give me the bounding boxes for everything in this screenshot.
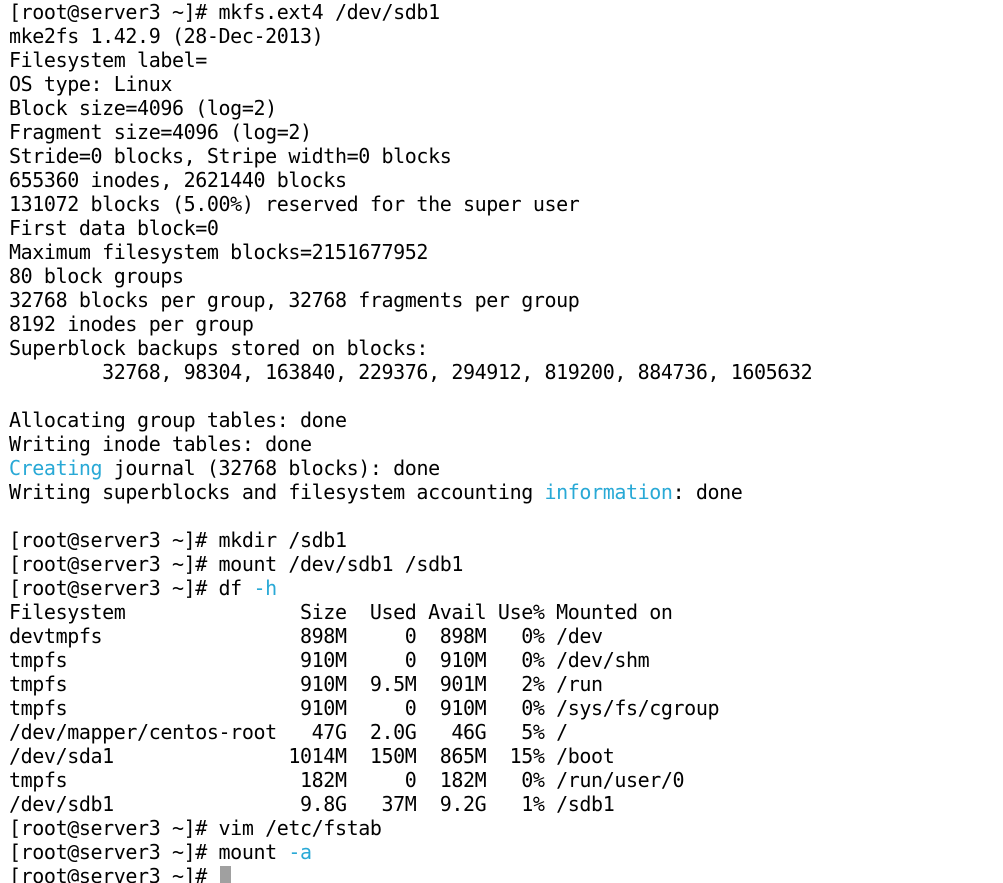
terminal-line: Writing superblocks and filesystem accou… [9, 480, 1003, 504]
terminal-line: [root@server3 ~]# vim /etc/fstab [9, 816, 1003, 840]
terminal-line: [root@server3 ~]# mount /dev/sdb1 /sdb1 [9, 552, 1003, 576]
terminal-text: /dev/mapper/centos-root 47G 2.0G 46G 5% … [9, 720, 568, 744]
terminal-text: 8192 inodes per group [9, 312, 254, 336]
terminal-text: /dev/sda1 1014M 150M 865M 15% /boot [9, 744, 615, 768]
terminal-line: 8192 inodes per group [9, 312, 1003, 336]
terminal-line: Block size=4096 (log=2) [9, 96, 1003, 120]
terminal-text: tmpfs 182M 0 182M 0% /run/user/0 [9, 768, 685, 792]
terminal-line: /dev/sdb1 9.8G 37M 9.2G 1% /sdb1 [9, 792, 1003, 816]
terminal-line: tmpfs 910M 9.5M 901M 2% /run [9, 672, 1003, 696]
highlighted-text: information [544, 480, 673, 504]
terminal-text: 32768, 98304, 163840, 229376, 294912, 81… [9, 360, 813, 384]
terminal-line: OS type: Linux [9, 72, 1003, 96]
terminal-text: Allocating group tables: done [9, 408, 347, 432]
terminal-text: [root@server3 ~]# mkdir /sdb1 [9, 528, 347, 552]
terminal-text: [root@server3 ~]# [9, 864, 219, 883]
terminal-text: Superblock backups stored on blocks: [9, 336, 429, 360]
terminal-text: mke2fs 1.42.9 (28-Dec-2013) [9, 24, 324, 48]
highlighted-text: -h [253, 576, 277, 600]
terminal-text: Writing inode tables: done [9, 432, 312, 456]
terminal-line: [root@server3 ~]# df -h [9, 576, 1003, 600]
terminal-line: /dev/sda1 1014M 150M 865M 15% /boot [9, 744, 1003, 768]
terminal-line: Allocating group tables: done [9, 408, 1003, 432]
terminal-text: [root@server3 ~]# mount /dev/sdb1 /sdb1 [9, 552, 463, 576]
terminal-line: tmpfs 182M 0 182M 0% /run/user/0 [9, 768, 1003, 792]
terminal-line: 32768, 98304, 163840, 229376, 294912, 81… [9, 360, 1003, 384]
terminal-text: 80 block groups [9, 264, 184, 288]
terminal-line: Maximum filesystem blocks=2151677952 [9, 240, 1003, 264]
terminal-text: Block size=4096 (log=2) [9, 96, 277, 120]
terminal-line: Filesystem Size Used Avail Use% Mounted … [9, 600, 1003, 624]
terminal-text: OS type: Linux [9, 72, 172, 96]
terminal-line: 131072 blocks (5.00%) reserved for the s… [9, 192, 1003, 216]
terminal-line: Fragment size=4096 (log=2) [9, 120, 1003, 144]
terminal-text: [root@server3 ~]# df [9, 576, 254, 600]
terminal-text: 131072 blocks (5.00%) reserved for the s… [9, 192, 580, 216]
terminal-line: Filesystem label= [9, 48, 1003, 72]
terminal-text: Stride=0 blocks, Stripe width=0 blocks [9, 144, 452, 168]
terminal-text: Fragment size=4096 (log=2) [9, 120, 312, 144]
terminal-text: : done [672, 480, 743, 504]
terminal-line: Superblock backups stored on blocks: [9, 336, 1003, 360]
terminal-text: tmpfs 910M 9.5M 901M 2% /run [9, 672, 603, 696]
terminal-line: Writing inode tables: done [9, 432, 1003, 456]
terminal-text: journal (32768 blocks): done [102, 456, 440, 480]
terminal-line: Creating journal (32768 blocks): done [9, 456, 1003, 480]
terminal-text: Writing superblocks and filesystem accou… [9, 480, 545, 504]
terminal-text: 655360 inodes, 2621440 blocks [9, 168, 347, 192]
terminal-text: devtmpfs 898M 0 898M 0% /dev [9, 624, 603, 648]
terminal-line: 32768 blocks per group, 32768 fragments … [9, 288, 1003, 312]
terminal-text: 32768 blocks per group, 32768 fragments … [9, 288, 580, 312]
terminal-text: [root@server3 ~]# mount [9, 840, 289, 864]
terminal-line: First data block=0 [9, 216, 1003, 240]
terminal-text: [root@server3 ~]# mkfs.ext4 /dev/sdb1 [9, 0, 440, 24]
terminal-text: Maximum filesystem blocks=2151677952 [9, 240, 429, 264]
terminal-text: First data block=0 [9, 216, 219, 240]
terminal-line: tmpfs 910M 0 910M 0% /sys/fs/cgroup [9, 696, 1003, 720]
terminal-window[interactable]: [root@server3 ~]# mkfs.ext4 /dev/sdb1 mke… [0, 0, 1003, 883]
terminal-line: mke2fs 1.42.9 (28-Dec-2013) [9, 24, 1003, 48]
terminal-text: [root@server3 ~]# vim /etc/fstab [9, 816, 382, 840]
terminal-line: [root@server3 ~]# mkfs.ext4 /dev/sdb1 [9, 0, 1003, 24]
highlighted-text: Creating [9, 456, 103, 480]
terminal-text: Filesystem Size Used Avail Use% Mounted … [9, 600, 673, 624]
terminal-line: [root@server3 ~]# [9, 864, 1003, 883]
terminal-text: Filesystem label= [9, 48, 207, 72]
terminal-line: [root@server3 ~]# mount -a [9, 840, 1003, 864]
terminal-text: tmpfs 910M 0 910M 0% /dev/shm [9, 648, 650, 672]
terminal-line: devtmpfs 898M 0 898M 0% /dev [9, 624, 1003, 648]
terminal-line: 655360 inodes, 2621440 blocks [9, 168, 1003, 192]
terminal-line: /dev/mapper/centos-root 47G 2.0G 46G 5% … [9, 720, 1003, 744]
terminal-line: Stride=0 blocks, Stripe width=0 blocks [9, 144, 1003, 168]
text-cursor [219, 866, 231, 883]
terminal-line: tmpfs 910M 0 910M 0% /dev/shm [9, 648, 1003, 672]
highlighted-text: -a [288, 840, 312, 864]
terminal-line: 80 block groups [9, 264, 1003, 288]
terminal-line: [root@server3 ~]# mkdir /sdb1 [9, 528, 1003, 552]
terminal-text: /dev/sdb1 9.8G 37M 9.2G 1% /sdb1 [9, 792, 615, 816]
terminal-text: tmpfs 910M 0 910M 0% /sys/fs/cgroup [9, 696, 720, 720]
